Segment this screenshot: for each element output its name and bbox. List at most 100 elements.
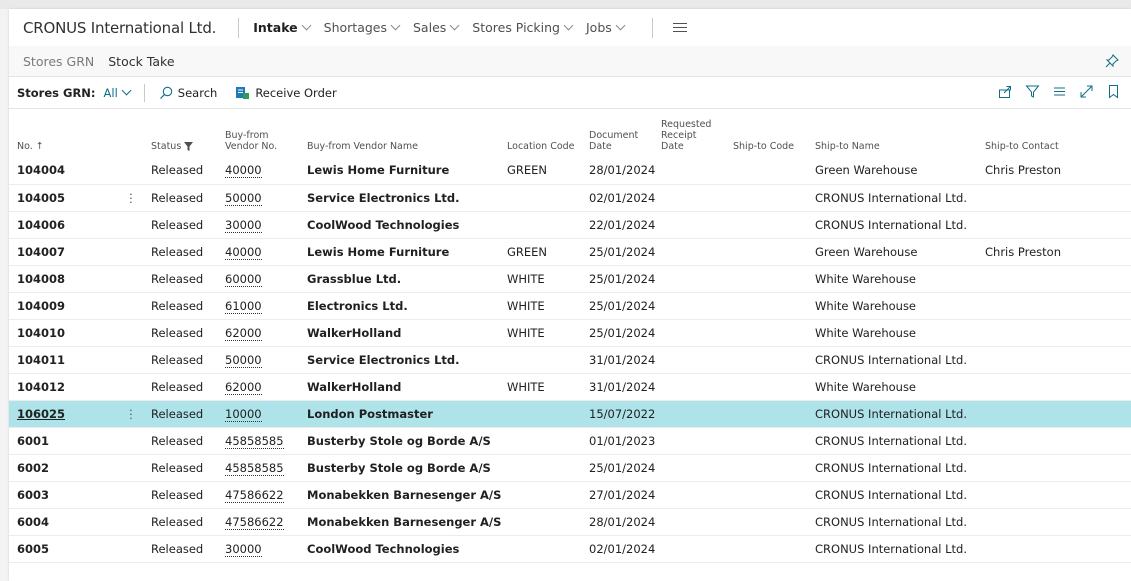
nav-intake[interactable]: Intake <box>253 20 312 35</box>
cell-no[interactable]: 104007 <box>9 238 117 266</box>
cell-no-value[interactable]: 104010 <box>17 326 65 340</box>
cell-no-value[interactable]: 6002 <box>17 461 49 475</box>
cell-vendor-no-value[interactable]: 40000 <box>225 244 262 260</box>
subnav-stock-take[interactable]: Stock Take <box>108 54 174 69</box>
table-row[interactable]: 104012 Released 62000 WalkerHolland WHITE 31/… <box>9 373 1131 401</box>
col-header-ship-to-code[interactable]: Ship-to Code <box>727 109 809 157</box>
cell-no-value[interactable]: 104005 <box>17 191 65 205</box>
col-header-status[interactable]: Status <box>145 109 219 157</box>
nav-sales[interactable]: Sales <box>413 20 460 35</box>
cell-row-actions[interactable]: ⋮ <box>117 400 145 428</box>
table-row[interactable]: 104009 Released 61000 Electronics Ltd. WHITE… <box>9 292 1131 320</box>
cell-no[interactable]: 104005 <box>9 184 117 212</box>
cell-vendor-no[interactable]: 30000 <box>219 211 301 239</box>
table-row[interactable]: 6003 Released 47586622 Monabekken Barneseng… <box>9 481 1131 509</box>
filter-dropdown[interactable]: All <box>104 86 132 100</box>
hamburger-menu-icon[interactable] <box>672 23 687 32</box>
cell-no-value[interactable]: 104012 <box>17 380 65 394</box>
cell-vendor-no-value[interactable]: 45858585 <box>225 460 284 476</box>
cell-no[interactable]: 6004 <box>9 508 117 536</box>
cell-vendor-no-value[interactable]: 30000 <box>225 541 262 557</box>
table-row[interactable]: 6002 Released 45858585 Busterby Stole og Bo… <box>9 454 1131 482</box>
cell-no-value[interactable]: 104007 <box>17 245 65 259</box>
cell-no-value[interactable]: 106025 <box>17 407 65 421</box>
cell-vendor-no[interactable]: 10000 <box>219 400 301 428</box>
cell-no-value[interactable]: 6004 <box>17 515 49 529</box>
col-header-ship-to-name[interactable]: Ship-to Name <box>809 109 979 157</box>
cell-vendor-no-value[interactable]: 10000 <box>225 406 262 422</box>
row-actions-icon[interactable]: ⋮ <box>125 407 137 421</box>
cell-vendor-no[interactable]: 30000 <box>219 535 301 563</box>
col-header-vendor-no[interactable]: Buy-from Vendor No. <box>219 109 301 157</box>
table-row[interactable]: 104010 Released 62000 WalkerHolland WHITE 25/… <box>9 319 1131 347</box>
cell-no-value[interactable]: 104008 <box>17 272 65 286</box>
bookmark-icon[interactable] <box>1106 84 1121 99</box>
cell-vendor-no-value[interactable]: 30000 <box>225 217 262 233</box>
cell-vendor-no[interactable]: 40000 <box>219 238 301 266</box>
pin-icon[interactable] <box>1105 54 1119 68</box>
subnav-stores-grn[interactable]: Stores GRN <box>23 54 94 69</box>
cell-vendor-no-value[interactable]: 47586622 <box>225 514 284 530</box>
cell-vendor-no-value[interactable]: 50000 <box>225 352 262 368</box>
col-header-location[interactable]: Location Code <box>501 109 583 157</box>
nav-shortages[interactable]: Shortages <box>324 20 401 35</box>
table-row[interactable]: 6004 Released 47586622 Monabekken Barneseng… <box>9 508 1131 536</box>
cell-vendor-no[interactable]: 45858585 <box>219 427 301 455</box>
cell-vendor-no[interactable]: 61000 <box>219 292 301 320</box>
table-row[interactable]: 104008 Released 60000 Grassblue Ltd. WHITE 25… <box>9 265 1131 293</box>
cell-vendor-no-value[interactable]: 45858585 <box>225 433 284 449</box>
table-row[interactable]: 104004 Released 40000 Lewis Home Furniture G… <box>9 157 1131 185</box>
search-button[interactable]: Search <box>159 86 217 100</box>
cell-no[interactable]: 6005 <box>9 535 117 563</box>
col-header-ship-to-contact[interactable]: Ship-to Contact <box>979 109 1131 157</box>
table-row[interactable]: 104006 Released 30000 CoolWood Technologies… <box>9 211 1131 239</box>
cell-vendor-no-value[interactable]: 50000 <box>225 190 262 206</box>
cell-vendor-no[interactable]: 62000 <box>219 373 301 401</box>
cell-no-value[interactable]: 6003 <box>17 488 49 502</box>
table-row[interactable]: 104005 ⋮ Released 50000 Service Electronics … <box>9 184 1131 212</box>
cell-vendor-no[interactable]: 60000 <box>219 265 301 293</box>
cell-no-value[interactable]: 104006 <box>17 218 65 232</box>
cell-no-value[interactable]: 104009 <box>17 299 65 313</box>
cell-no[interactable]: 104009 <box>9 292 117 320</box>
filter-icon[interactable] <box>1025 84 1040 99</box>
nav-jobs[interactable]: Jobs <box>586 20 626 35</box>
col-header-document-date[interactable]: Document Date <box>583 109 655 157</box>
expand-icon[interactable] <box>1079 84 1094 99</box>
row-actions-icon[interactable]: ⋮ <box>125 191 137 205</box>
cell-no[interactable]: 104004 <box>9 157 117 185</box>
cell-vendor-no-value[interactable]: 60000 <box>225 271 262 287</box>
cell-no[interactable]: 6003 <box>9 481 117 509</box>
cell-no[interactable]: 6001 <box>9 427 117 455</box>
cell-vendor-no[interactable]: 50000 <box>219 346 301 374</box>
cell-no[interactable]: 106025 <box>9 400 117 428</box>
cell-no[interactable]: 104006 <box>9 211 117 239</box>
list-view-icon[interactable] <box>1052 84 1067 99</box>
cell-no-value[interactable]: 6001 <box>17 434 49 448</box>
receive-order-button[interactable]: Receive Order <box>235 86 337 100</box>
cell-vendor-no-value[interactable]: 40000 <box>225 163 262 179</box>
share-icon[interactable] <box>998 84 1013 99</box>
cell-row-actions[interactable]: ⋮ <box>117 184 145 212</box>
cell-no-value[interactable]: 104011 <box>17 353 65 367</box>
cell-vendor-no[interactable]: 50000 <box>219 184 301 212</box>
table-row[interactable]: 104011 Released 50000 Service Electronics L… <box>9 346 1131 374</box>
table-row[interactable]: 106025 ⋮ Released 10000 London Postmaster 15/… <box>9 400 1131 428</box>
cell-vendor-no[interactable]: 40000 <box>219 157 301 185</box>
cell-vendor-no[interactable]: 45858585 <box>219 454 301 482</box>
cell-vendor-no[interactable]: 47586622 <box>219 481 301 509</box>
cell-vendor-no[interactable]: 47586622 <box>219 508 301 536</box>
cell-vendor-no[interactable]: 62000 <box>219 319 301 347</box>
cell-no[interactable]: 104012 <box>9 373 117 401</box>
cell-no-value[interactable]: 6005 <box>17 542 49 556</box>
company-name[interactable]: CRONUS International Ltd. <box>23 19 216 37</box>
col-header-requested-date[interactable]: Requested Receipt Date <box>655 109 727 157</box>
table-row[interactable]: 6001 Released 45858585 Busterby Stole og Bo… <box>9 427 1131 455</box>
table-row[interactable]: 104007 Released 40000 Lewis Home Furniture G… <box>9 238 1131 266</box>
cell-no-value[interactable]: 104004 <box>17 163 65 177</box>
table-row[interactable]: 6005 Released 30000 CoolWood Technologies 02… <box>9 535 1131 563</box>
col-header-vendor-name[interactable]: Buy-from Vendor Name <box>301 109 501 157</box>
cell-no[interactable]: 104011 <box>9 346 117 374</box>
cell-vendor-no-value[interactable]: 62000 <box>225 379 262 395</box>
cell-no[interactable]: 6002 <box>9 454 117 482</box>
